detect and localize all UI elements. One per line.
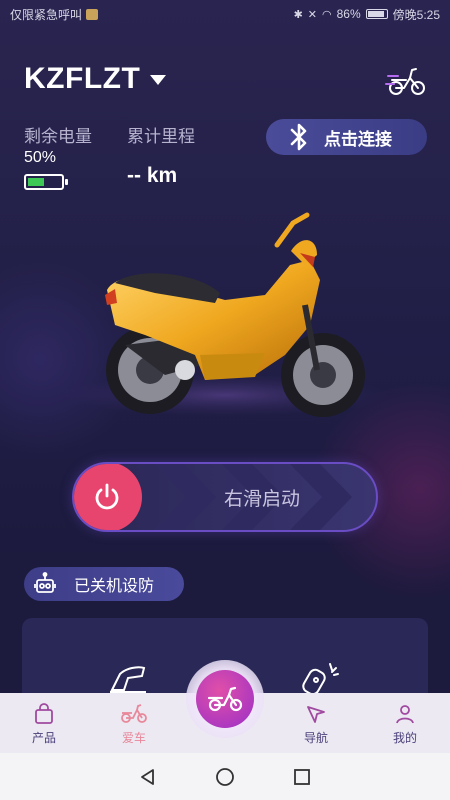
lock-state-label: 已关机设防 <box>74 576 155 595</box>
battery-status-icon <box>365 9 388 19</box>
caret-down-icon <box>150 75 167 85</box>
mileage-label: 累计里程 <box>127 127 195 147</box>
connect-button[interactable]: 点击连接 <box>266 119 427 155</box>
home-button[interactable] <box>210 762 240 792</box>
battery-value: 50% <box>24 149 57 166</box>
power-icon <box>95 483 119 510</box>
nav-label: 爱车 <box>121 731 146 745</box>
nav-label: 导航 <box>303 731 328 745</box>
connect-button-label: 点击连接 <box>324 129 392 150</box>
bluetooth-icon <box>290 123 307 151</box>
vehicle-switch-icon[interactable] <box>384 64 428 98</box>
mute-icon: ✕ <box>307 8 317 21</box>
back-triangle-icon <box>141 768 155 785</box>
app-screen: 仅限紧急呼叫 ✱ ✕ ◠ 86% 傍晚5:25 KZFLZT 剩余电量 累计里程… <box>0 0 450 800</box>
nav-item-navigation[interactable]: 导航 <box>286 703 346 746</box>
nav-item-my-scooter[interactable]: 爱车 <box>104 703 164 746</box>
nav-label: 产品 <box>31 731 56 745</box>
person-icon <box>396 705 414 724</box>
navigation-icon <box>307 706 325 723</box>
home-circle-icon <box>216 767 234 786</box>
scooter-icon <box>121 704 147 723</box>
center-scooter-button-inner[interactable] <box>196 670 254 728</box>
center-scooter-button[interactable] <box>186 660 264 738</box>
carrier-text: 仅限紧急呼叫 <box>10 7 83 22</box>
battery-icon <box>24 174 68 190</box>
bag-icon <box>35 703 53 724</box>
battery-label: 剩余电量 <box>24 127 92 147</box>
swipe-to-start[interactable]: 右滑启动 <box>72 462 378 532</box>
device-selector[interactable]: KZFLZT <box>24 62 167 96</box>
battery-percent-text: 86% <box>336 7 361 21</box>
scooter-icon <box>207 686 243 712</box>
swipe-label: 右滑启动 <box>224 488 301 510</box>
power-knob[interactable] <box>74 464 142 530</box>
lock-state-badge[interactable]: 已关机设防 <box>24 567 184 601</box>
status-bar: 仅限紧急呼叫 ✱ ✕ ◠ 86% 傍晚5:25 <box>0 0 450 28</box>
clock-text: 傍晚5:25 <box>392 7 440 22</box>
device-name: KZFLZT <box>24 62 141 95</box>
nav-label: 我的 <box>392 731 417 745</box>
nav-item-products[interactable]: 产品 <box>14 703 74 746</box>
recents-square-icon <box>293 768 310 785</box>
battery-level-fill <box>28 178 44 186</box>
key-fob-icon[interactable] <box>300 660 344 696</box>
sim-icon <box>86 8 99 20</box>
recents-button[interactable] <box>287 762 317 792</box>
mileage-value: -- km <box>127 164 178 187</box>
seat-icon[interactable] <box>108 662 148 694</box>
back-button[interactable] <box>133 762 163 792</box>
scooter-image <box>60 212 390 417</box>
wifi-icon: ◠ <box>322 8 332 21</box>
nav-item-profile[interactable]: 我的 <box>375 703 435 746</box>
system-navigation-bar <box>0 753 450 800</box>
robot-icon <box>34 572 56 593</box>
bluetooth-status-icon: ✱ <box>293 8 303 21</box>
